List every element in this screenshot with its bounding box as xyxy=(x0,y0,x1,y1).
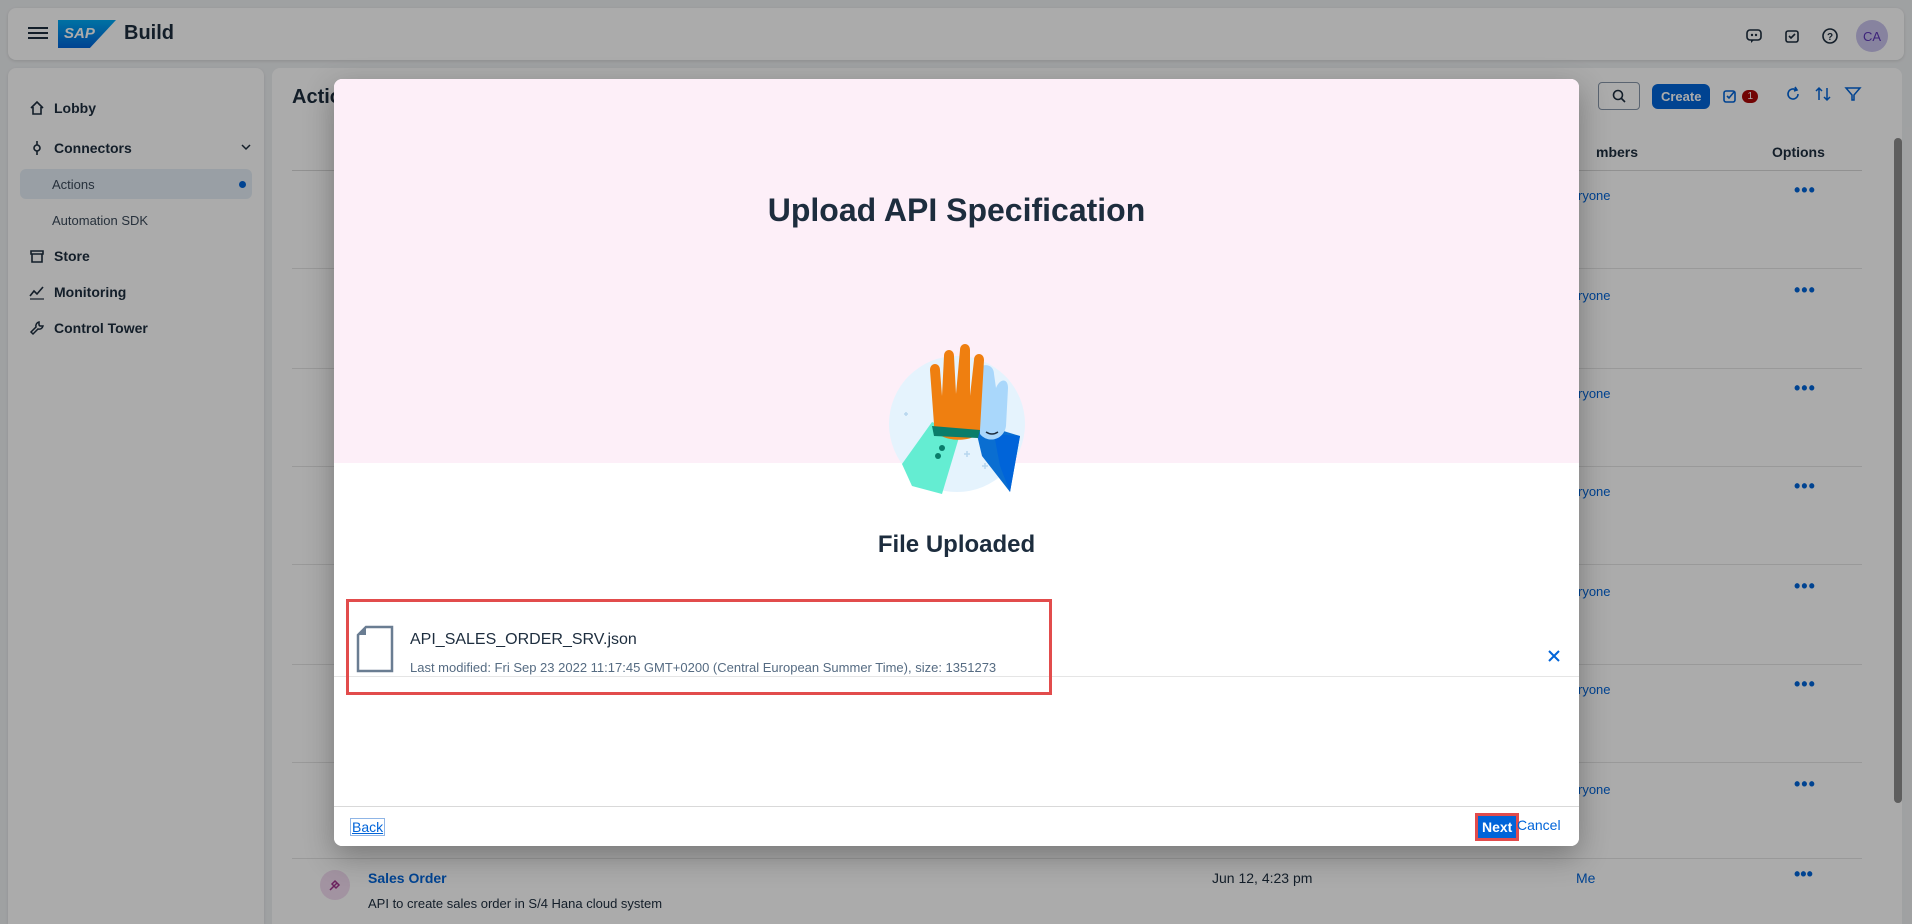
dialog-footer: Back Next Cancel xyxy=(334,806,1579,846)
close-icon xyxy=(1548,650,1560,662)
document-icon xyxy=(356,625,394,673)
high-five-illustration xyxy=(889,344,1025,494)
dialog-title: Upload API Specification xyxy=(767,192,1146,228)
uploaded-file-item: API_SALES_ORDER_SRV.json Last modified: … xyxy=(334,598,1579,695)
file-name: API_SALES_ORDER_SRV.json xyxy=(410,631,637,648)
remove-file-button[interactable] xyxy=(1542,644,1566,668)
file-metadata: Last modified: Fri Sep 23 2022 11:17:45 … xyxy=(410,660,997,675)
upload-status-title: File Uploaded xyxy=(877,531,1036,558)
upload-api-dialog: Upload API Specification File Uploaded A… xyxy=(334,79,1579,846)
next-button[interactable]: Next xyxy=(1475,813,1520,841)
back-button[interactable]: Back xyxy=(350,818,386,836)
cancel-button[interactable]: Cancel xyxy=(1517,817,1561,833)
